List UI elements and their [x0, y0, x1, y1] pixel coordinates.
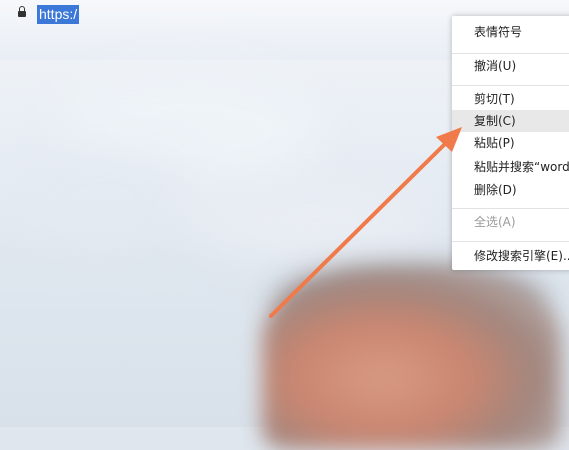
annotation-arrow	[269, 127, 462, 318]
arrow-shaft	[269, 135, 454, 318]
